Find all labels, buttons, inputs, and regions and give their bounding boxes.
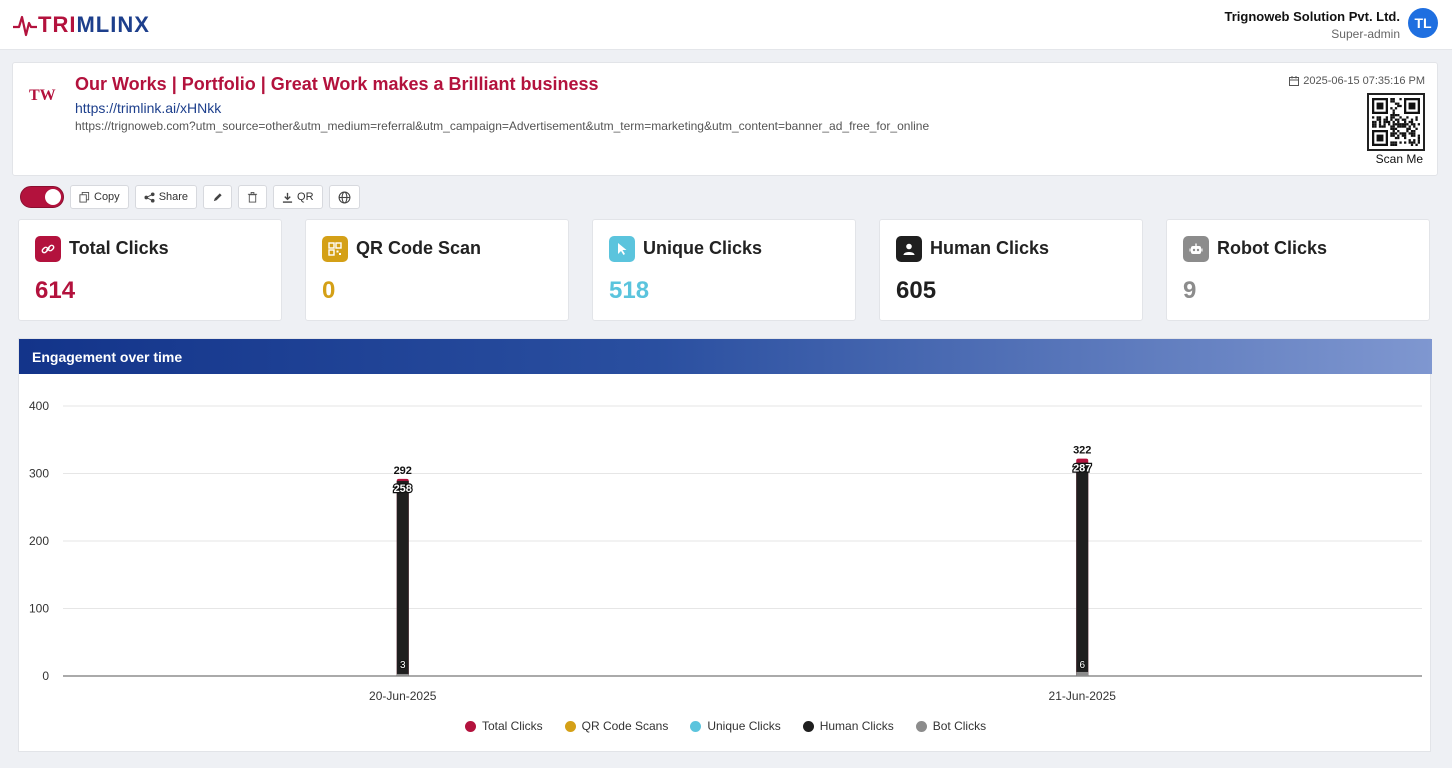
logo-pulse-icon (13, 15, 37, 37)
legend-label: Unique Clicks (707, 719, 781, 733)
link-details-card: TW Our Works | Portfolio | Great Work ma… (12, 62, 1438, 176)
user-role: Super-admin (1331, 27, 1400, 41)
y-tick-label: 400 (29, 399, 49, 413)
org-name: Trignoweb Solution Pvt. Ltd. (1224, 9, 1401, 24)
stat-value: 9 (1183, 277, 1197, 304)
data-label-total: 322 (1073, 445, 1091, 457)
person-icon (896, 236, 922, 262)
bar-human-clicks (396, 480, 409, 676)
y-tick-label: 300 (29, 467, 49, 481)
x-tick-label: 21-Jun-2025 (1049, 689, 1117, 703)
engagement-chart: 0 100 200 300 400 292 258 3 20-Jun-2025 322 287 6 21… (29, 399, 1422, 703)
stat-label: Total Clicks (69, 238, 169, 258)
legend-dot (915, 720, 927, 732)
stat-label: Robot Clicks (1217, 238, 1328, 258)
legend-label: Human Clicks (819, 719, 894, 733)
link-title: Our Works | Portfolio | Great Work makes… (75, 74, 599, 94)
delete-button[interactable] (238, 185, 268, 209)
copy-button[interactable]: Copy (70, 185, 129, 209)
stat-card-total-clicks: Total Clicks 614 (18, 219, 282, 321)
trimlinx-logo[interactable]: TRIMLINX (12, 9, 150, 41)
copy-icon (79, 191, 90, 203)
share-icon (144, 191, 155, 203)
legend-item[interactable]: Human Clicks (802, 719, 894, 733)
bar-bot-clicks (396, 673, 409, 676)
short-url-link[interactable]: https://trimlink.ai/xHNkk (75, 100, 221, 116)
link-active-toggle[interactable] (20, 186, 64, 208)
qr-code-image[interactable] (1367, 93, 1425, 151)
bar-human-clicks (1076, 462, 1089, 676)
legend-dot (464, 720, 476, 732)
stat-card-human-clicks: Human Clicks 605 (879, 219, 1143, 321)
stat-card-robot-clicks: Robot Clicks 9 (1166, 219, 1430, 321)
pencil-icon (213, 192, 222, 201)
edit-button[interactable] (203, 185, 233, 209)
stat-card-unique-clicks: Unique Clicks 518 (592, 219, 856, 321)
legend-dot (564, 720, 576, 732)
stat-card-qr-scan: QR Code Scan 0 (305, 219, 569, 321)
stat-value: 614 (35, 277, 76, 304)
y-tick-label: 0 (42, 669, 49, 683)
download-qr-button[interactable]: QR (273, 185, 323, 209)
legend-dot (802, 720, 814, 732)
data-label-total: 292 (394, 465, 412, 477)
qr-icon (322, 236, 348, 262)
download-icon (282, 192, 293, 203)
cursor-icon (609, 236, 635, 262)
legend-label: QR Code Scans (581, 719, 669, 733)
created-timestamp: 2025-06-15 07:35:16 PM (1289, 75, 1425, 87)
data-label-bot: 3 (400, 660, 406, 671)
link-icon (35, 236, 61, 262)
bar-bot-clicks (1076, 671, 1089, 676)
stat-value: 518 (609, 277, 650, 304)
stat-label: QR Code Scan (356, 238, 482, 258)
qr-code-icon (1372, 98, 1420, 146)
stat-label: Unique Clicks (643, 238, 763, 258)
org-info: Trignoweb Solution Pvt. Ltd. Super-admin (1225, 9, 1401, 41)
stat-value: 605 (896, 277, 937, 304)
robot-icon (1183, 236, 1209, 262)
chart-legend: Total Clicks QR Code Scans Unique Clicks Hu… (19, 719, 1432, 733)
scan-me-label: Scan Me (1375, 152, 1423, 166)
data-label-bot: 6 (1079, 660, 1085, 671)
legend-item[interactable]: Bot Clicks (915, 719, 987, 733)
data-label-unique: 258 (394, 483, 412, 495)
y-tick-label: 200 (29, 534, 49, 548)
site-favicon: TW (29, 87, 56, 104)
chart-header: Engagement over time (19, 339, 1432, 374)
trash-icon (247, 191, 258, 203)
legend-item[interactable]: Unique Clicks (690, 719, 781, 733)
legend-item[interactable]: QR Code Scans (564, 719, 669, 733)
globe-settings-button[interactable] (328, 185, 360, 209)
data-label-unique: 287 (1073, 463, 1091, 475)
legend-label: Total Clicks (481, 719, 543, 733)
engagement-chart-panel: Engagement over time 0 100 200 300 400 292 258… (18, 338, 1432, 752)
destination-url: https://trignoweb.com?utm_source=other&u… (75, 119, 930, 133)
x-tick-label: 20-Jun-2025 (369, 689, 437, 703)
link-toolbar: Copy Share QR (20, 184, 360, 210)
y-tick-label: 100 (29, 602, 49, 616)
top-bar: TRIMLINX Trignoweb Solution Pvt. Ltd. Su… (0, 0, 1452, 50)
legend-dot (690, 720, 702, 732)
user-avatar[interactable]: TL (1408, 8, 1438, 38)
calendar-icon (1289, 76, 1300, 86)
chart-title: Engagement over time (32, 349, 183, 365)
share-button[interactable]: Share (134, 185, 198, 209)
legend-item[interactable]: Total Clicks (464, 719, 543, 733)
stat-value: 0 (322, 277, 336, 304)
logo-text: TRIMLINX (38, 12, 150, 37)
globe-icon (338, 191, 351, 203)
stat-label: Human Clicks (930, 238, 1050, 258)
legend-label: Bot Clicks (932, 719, 987, 733)
